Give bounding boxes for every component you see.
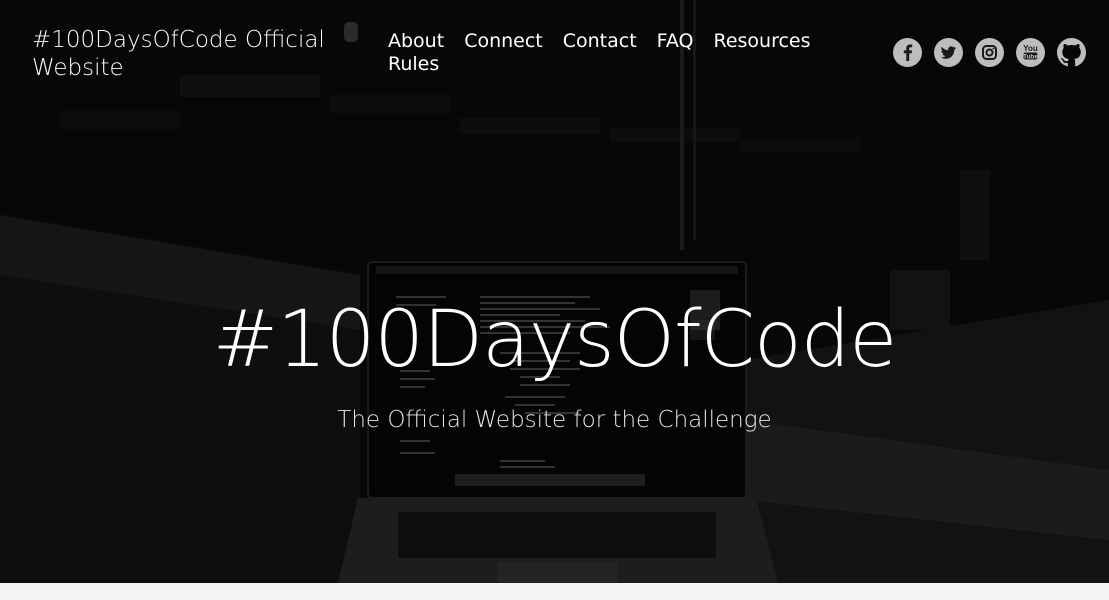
svg-text:Tube: Tube	[1023, 53, 1038, 60]
nav-item-rules[interactable]: Rules	[388, 53, 439, 76]
nav-item-contact[interactable]: Contact	[563, 30, 637, 53]
github-icon[interactable]	[1057, 38, 1086, 67]
main-nav: About Connect Contact FAQ Resources Rule…	[388, 30, 848, 76]
instagram-icon[interactable]	[975, 38, 1004, 67]
nav-item-about[interactable]: About	[388, 30, 444, 53]
hero-background-image	[0, 0, 1109, 583]
hero-section: #100DaysOfCode Official Website About Co…	[0, 0, 1109, 583]
svg-text:You: You	[1023, 44, 1038, 53]
youtube-icon[interactable]: You Tube	[1016, 38, 1045, 67]
facebook-icon[interactable]	[893, 38, 922, 67]
twitter-icon[interactable]	[934, 38, 963, 67]
social-links: You Tube	[893, 38, 1086, 67]
nav-item-connect[interactable]: Connect	[464, 30, 543, 53]
nav-item-faq[interactable]: FAQ	[657, 30, 694, 53]
page-below-hero	[0, 583, 1109, 600]
site-title[interactable]: #100DaysOfCode Official Website	[32, 26, 332, 82]
hero-headline: #100DaysOfCode	[212, 295, 897, 385]
hero-subheadline: The Official Website for the Challenge	[337, 407, 772, 433]
nav-item-resources[interactable]: Resources	[713, 30, 810, 53]
